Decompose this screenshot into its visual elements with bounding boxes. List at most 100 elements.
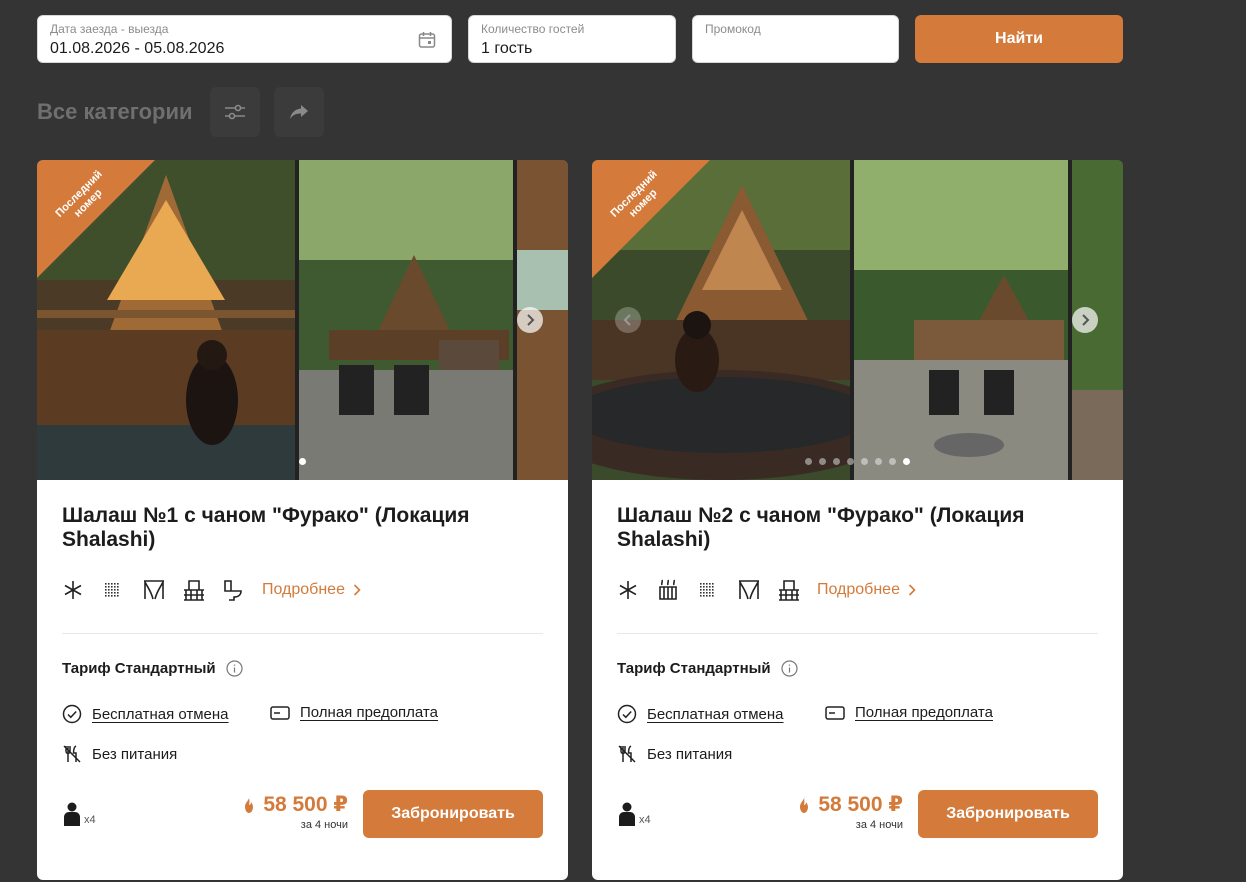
gallery-dot[interactable] <box>889 458 896 465</box>
gallery-dot[interactable] <box>903 458 910 465</box>
gallery-dot[interactable] <box>833 458 840 465</box>
heater-icon <box>657 578 697 602</box>
credit-card-icon <box>825 705 845 720</box>
meal-plan: Без питания <box>617 744 732 764</box>
meal-plan-label: Без питания <box>647 745 733 763</box>
calendar-icon[interactable] <box>417 30 437 55</box>
promo-field[interactable]: Промокод <box>692 15 899 63</box>
credit-card-icon <box>270 705 290 720</box>
check-circle-icon <box>617 704 637 724</box>
tariff: Тариф Стандартный <box>617 660 798 677</box>
divider <box>62 633 543 634</box>
price-label: 58 500 ₽ <box>263 793 348 816</box>
filter-button[interactable] <box>210 87 260 137</box>
guest-capacity: x4 <box>62 802 96 826</box>
gallery-dot[interactable] <box>299 458 306 465</box>
price: 58 500 ₽ <box>241 792 348 817</box>
amenities: Подробнее <box>617 578 916 602</box>
prev-photo-button[interactable] <box>615 307 641 333</box>
dates-field[interactable]: Дата заезда - выезда 01.08.2026 - 05.08.… <box>37 15 452 63</box>
gallery-dot[interactable] <box>805 458 812 465</box>
chevron-right-icon <box>908 584 916 596</box>
gallery-dot[interactable] <box>819 458 826 465</box>
snowflake-icon <box>62 578 102 602</box>
room-card: Последний номер Шалаш №1 с чаном "Фурако… <box>37 160 568 880</box>
photo-gallery[interactable]: Последний номер <box>592 160 1123 480</box>
person-icon <box>64 802 80 826</box>
free-cancellation-label: Бесплатная отмена <box>647 705 784 723</box>
gallery-dot[interactable] <box>861 458 868 465</box>
full-prepayment[interactable]: Полная предоплата <box>270 704 438 721</box>
check-circle-icon <box>62 704 82 724</box>
guest-capacity-label: x4 <box>84 814 96 826</box>
photo-gallery[interactable]: Последний номер <box>37 160 568 480</box>
full-prepayment[interactable]: Полная предоплата <box>825 704 993 721</box>
flame-icon <box>800 795 809 813</box>
price-label: 58 500 ₽ <box>818 793 903 816</box>
snowflake-icon <box>617 578 657 602</box>
meal-plan-label: Без питания <box>92 745 178 763</box>
promo-label: Промокод <box>705 22 761 36</box>
terrace-icon <box>182 578 222 602</box>
sliders-icon <box>225 104 245 120</box>
meal-plan: Без питания <box>62 744 177 764</box>
nights-label: за 4 ночи <box>855 819 903 831</box>
full-prepayment-label: Полная предоплата <box>300 704 438 721</box>
next-photo-button[interactable] <box>1072 307 1098 333</box>
guests-label: Количество гостей <box>481 22 585 36</box>
dates-value: 01.08.2026 - 05.08.2026 <box>50 40 225 57</box>
guest-capacity-label: x4 <box>639 814 651 826</box>
gallery-dots <box>592 458 1123 465</box>
details-label: Подробнее <box>262 581 345 598</box>
info-icon[interactable] <box>226 660 243 677</box>
no-meal-icon <box>63 745 81 763</box>
terrace-icon <box>777 578 817 602</box>
room-card: Последний номер Шалаш №2 с чаном "Фурако… <box>592 160 1123 880</box>
details-label: Подробнее <box>817 581 900 598</box>
book-button[interactable]: Забронировать <box>918 790 1098 838</box>
gallery-dot[interactable] <box>875 458 882 465</box>
category-title[interactable]: Все категории <box>37 99 193 125</box>
book-button[interactable]: Забронировать <box>363 790 543 838</box>
free-cancellation-label: Бесплатная отмена <box>92 705 229 723</box>
room-photo <box>299 160 513 480</box>
tariff-label: Тариф Стандартный <box>62 660 216 677</box>
room-title[interactable]: Шалаш №2 с чаном "Фурако" (Локация Shala… <box>617 504 1077 552</box>
tariff-label: Тариф Стандартный <box>617 660 771 677</box>
nights-label: за 4 ночи <box>300 819 348 831</box>
price: 58 500 ₽ <box>796 792 903 817</box>
toilet-icon <box>222 578 262 602</box>
free-cancellation[interactable]: Бесплатная отмена <box>617 704 784 724</box>
gallery-dot[interactable] <box>847 458 854 465</box>
info-icon[interactable] <box>781 660 798 677</box>
share-button[interactable] <box>274 87 324 137</box>
share-icon <box>290 105 308 119</box>
no-meal-icon <box>618 745 636 763</box>
grid-icon <box>697 578 737 602</box>
guest-capacity: x4 <box>617 802 651 826</box>
dates-label: Дата заезда - выезда <box>50 22 169 36</box>
amenities: Подробнее <box>62 578 361 602</box>
curtains-icon <box>737 578 777 602</box>
chevron-left-icon <box>623 314 631 326</box>
room-photo <box>854 160 1068 480</box>
chevron-right-icon <box>353 584 361 596</box>
grid-icon <box>102 578 142 602</box>
free-cancellation[interactable]: Бесплатная отмена <box>62 704 229 724</box>
find-button[interactable]: Найти <box>915 15 1123 63</box>
gallery-dots <box>37 458 568 465</box>
tariff: Тариф Стандартный <box>62 660 243 677</box>
person-icon <box>619 802 635 826</box>
divider <box>617 633 1098 634</box>
details-link[interactable]: Подробнее <box>817 581 916 599</box>
room-title[interactable]: Шалаш №1 с чаном "Фурако" (Локация Shala… <box>62 504 522 552</box>
next-photo-button[interactable] <box>517 307 543 333</box>
flame-icon <box>245 795 254 813</box>
details-link[interactable]: Подробнее <box>262 581 361 599</box>
chevron-right-icon <box>1082 314 1090 326</box>
full-prepayment-label: Полная предоплата <box>855 704 993 721</box>
chevron-right-icon <box>527 314 535 326</box>
guests-field[interactable]: Количество гостей 1 гость <box>468 15 676 63</box>
curtains-icon <box>142 578 182 602</box>
guests-value: 1 гость <box>481 40 533 57</box>
